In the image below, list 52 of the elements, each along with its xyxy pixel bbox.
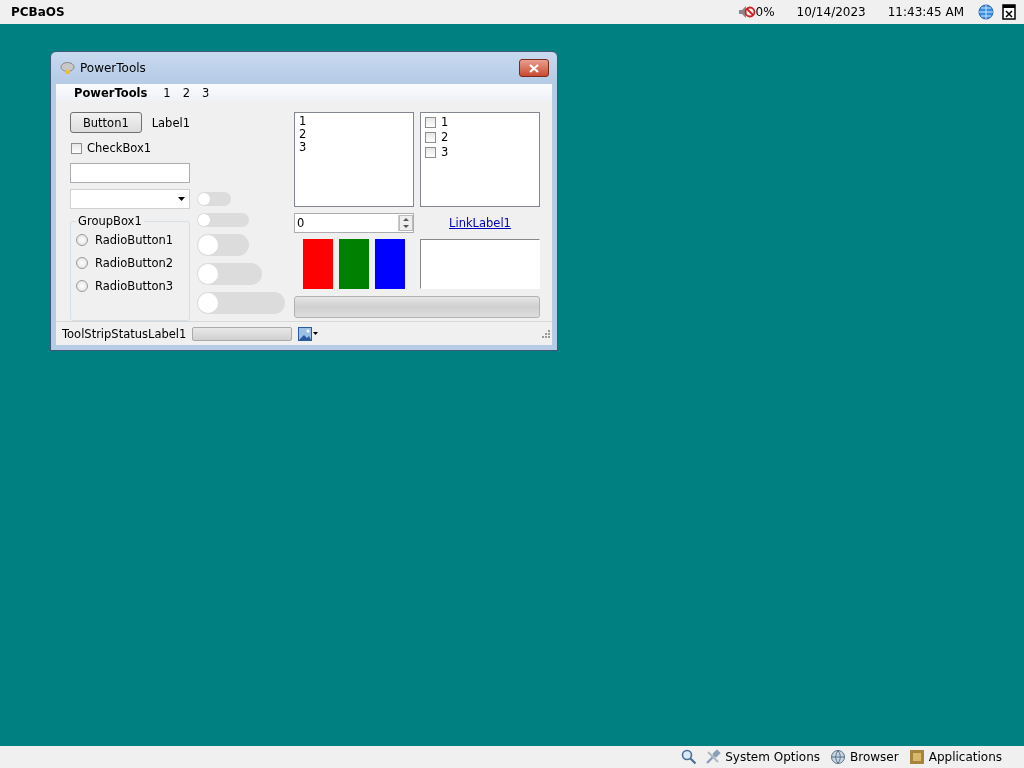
text-field[interactable] bbox=[70, 163, 190, 183]
list-item[interactable]: 1 bbox=[299, 115, 409, 128]
toggle-switch[interactable] bbox=[197, 263, 262, 285]
menu-item[interactable]: 2 bbox=[176, 85, 196, 100]
radio-button[interactable]: RadioButton1 bbox=[76, 233, 189, 247]
number-value: 0 bbox=[297, 216, 306, 230]
globe-icon bbox=[830, 749, 847, 765]
tools-icon bbox=[705, 749, 722, 765]
menu-item[interactable]: 1 bbox=[157, 85, 177, 100]
close-window-icon[interactable] bbox=[1002, 4, 1016, 20]
list-checkbox[interactable]: 3 bbox=[425, 145, 535, 160]
status-label: ToolStripStatusLabel1 bbox=[62, 326, 187, 341]
link[interactable]: LinkLabel1 bbox=[449, 216, 511, 230]
menu-item[interactable]: 3 bbox=[196, 85, 216, 100]
number-field[interactable]: 0 bbox=[294, 213, 414, 233]
list-item[interactable]: 2 bbox=[299, 128, 409, 141]
taskbar-item[interactable]: Browser bbox=[828, 749, 901, 765]
dropdown[interactable] bbox=[70, 189, 190, 209]
close-icon bbox=[529, 63, 539, 73]
close-button[interactable] bbox=[519, 59, 549, 77]
globe-icon[interactable] bbox=[978, 4, 994, 20]
volume-level: 0% bbox=[755, 5, 775, 19]
clock: 11:43:45 AM bbox=[887, 5, 964, 19]
caret-icon bbox=[178, 197, 185, 201]
list-checkbox[interactable]: 2 bbox=[425, 130, 535, 145]
radio-button[interactable]: RadioButton2 bbox=[76, 256, 189, 270]
taskbar-item[interactable]: Applications bbox=[906, 749, 1004, 765]
os-name: PCBaOS bbox=[11, 5, 65, 19]
lamp-icon bbox=[60, 60, 75, 76]
toggle-switch[interactable] bbox=[197, 234, 249, 256]
list-item[interactable]: 3 bbox=[299, 141, 409, 154]
window-title: PowerTools bbox=[80, 61, 147, 75]
list-checkbox[interactable]: 1 bbox=[425, 115, 535, 130]
toggle-switch[interactable] bbox=[197, 213, 249, 227]
toggle-switch[interactable] bbox=[197, 192, 231, 206]
label: Label1 bbox=[151, 115, 190, 130]
resize-grip-icon[interactable] bbox=[541, 329, 550, 338]
button[interactable]: Button1 bbox=[70, 112, 142, 133]
toggle-switch[interactable] bbox=[197, 292, 285, 314]
image-icon bbox=[298, 326, 313, 341]
menu-item[interactable]: PowerTools bbox=[68, 85, 158, 100]
search-icon[interactable] bbox=[681, 749, 698, 765]
radio-button[interactable]: RadioButton3 bbox=[76, 279, 189, 293]
box-icon bbox=[908, 749, 925, 765]
group-box-title: GroupBox1 bbox=[76, 214, 144, 228]
speaker-icon[interactable] bbox=[737, 5, 756, 19]
taskbar-item[interactable]: System Options bbox=[703, 749, 823, 765]
date: 10/14/2023 bbox=[796, 5, 866, 19]
caret-icon bbox=[313, 332, 319, 335]
checkbox[interactable]: CheckBox1 bbox=[70, 141, 190, 155]
split-dropdown-button[interactable] bbox=[298, 326, 319, 341]
spinner-arrows-icon[interactable] bbox=[398, 215, 413, 231]
